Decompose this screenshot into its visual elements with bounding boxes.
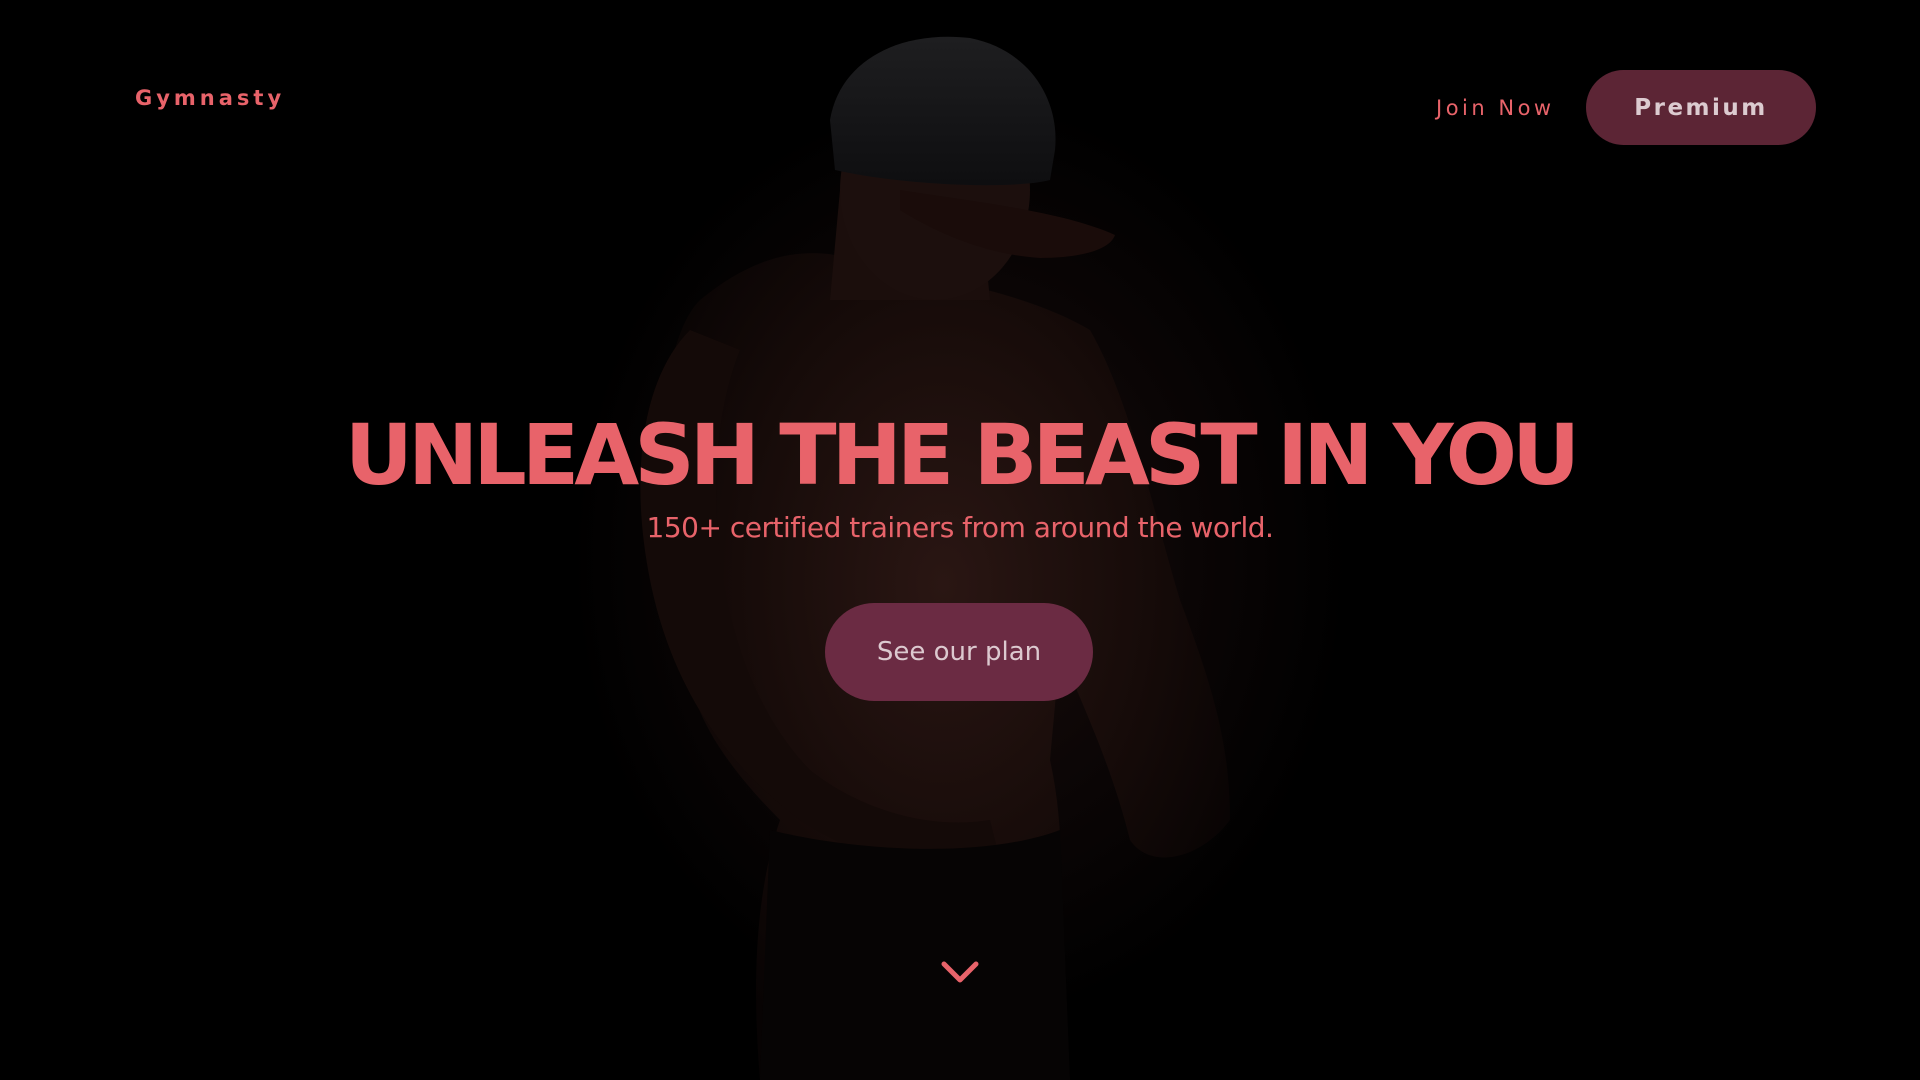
premium-button[interactable]: Premium xyxy=(1586,70,1816,145)
hero-headline: UNLEASH THE BEAST IN YOU xyxy=(344,406,1580,504)
join-now-link[interactable]: Join Now xyxy=(1436,96,1555,120)
chevron-down-icon[interactable] xyxy=(940,956,980,986)
top-navbar: Gymnasty Join Now Premium xyxy=(0,0,1920,220)
hero-subtitle: 150+ certified trainers from around the … xyxy=(646,511,1274,544)
hero-section: Gymnasty Join Now Premium UNLEASH THE BE… xyxy=(0,0,1920,1080)
see-plan-button[interactable]: See our plan xyxy=(825,603,1093,701)
brand-logo[interactable]: Gymnasty xyxy=(135,86,285,110)
